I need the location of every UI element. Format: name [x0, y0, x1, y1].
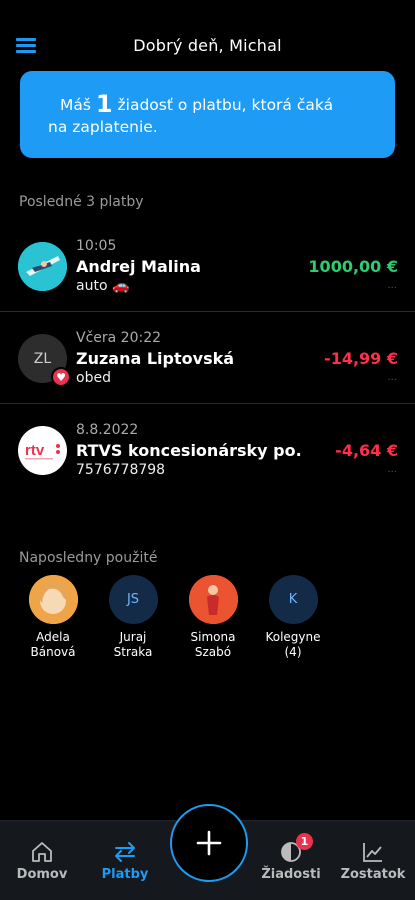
nav-label: Žiadosti	[261, 867, 321, 882]
contact-last-name: Bánová	[30, 645, 76, 659]
chart-line-icon	[338, 839, 408, 865]
nav-balance[interactable]: Zostatok	[338, 839, 408, 882]
contact-item[interactable]: JS Juraj Straka	[93, 575, 173, 660]
payment-row[interactable]: ZL ♥ Včera 20:22 Zuzana Liptovská obed -…	[0, 312, 415, 404]
banner-count: 1	[95, 90, 113, 118]
top-bar: Dobrý deň, Michal	[0, 0, 415, 68]
notification-badge: 1	[296, 833, 313, 850]
nav-home[interactable]: Domov	[7, 839, 77, 882]
payment-name: Andrej Malina	[76, 257, 201, 276]
rtv-logo-icon: rtv	[24, 442, 60, 459]
banner-line-2: na zaplatenie.	[48, 118, 158, 136]
payment-row[interactable]: 10:05 Andrej Malina auto 🚗 1000,00 € ···	[0, 220, 415, 312]
svg-text:rtv: rtv	[25, 442, 45, 459]
payment-row[interactable]: rtv 8.8.2022 RTVS koncesionársky po. 757…	[0, 404, 415, 496]
contact-item[interactable]: K Kolegyne (4)	[253, 575, 333, 660]
avatar-photo-icon	[188, 575, 238, 624]
avatar-initials: ZL	[33, 350, 52, 367]
payment-name: Zuzana Liptovská	[76, 349, 235, 368]
contact-first-name: Kolegyne	[265, 630, 321, 644]
contact-last-name: (4)	[284, 645, 302, 659]
requests-icon: 1	[256, 833, 326, 865]
payment-amount: -14,99 €	[324, 349, 398, 368]
recent-payments-title: Posledné 3 platby	[19, 194, 144, 210]
add-payment-button[interactable]	[170, 804, 248, 882]
transfer-arrows-icon	[90, 839, 160, 865]
banner-line-1: Máš 1 žiadosť o platbu, ktorá čaká	[48, 90, 371, 118]
payments-list: 10:05 Andrej Malina auto 🚗 1000,00 € ···…	[0, 220, 415, 496]
nav-label: Platby	[101, 867, 149, 882]
nav-payments[interactable]: Platby	[90, 839, 160, 882]
contact-first-name: Simona	[190, 630, 236, 644]
avatar: ZL ♥	[18, 334, 71, 387]
nav-label: Domov	[16, 867, 68, 882]
contact-first-name: Juraj	[119, 630, 147, 644]
avatar: rtv	[18, 426, 67, 475]
recent-contacts-title: Naposledny použité	[19, 550, 158, 566]
payment-time: 8.8.2022	[76, 422, 139, 438]
payment-note: 7576778798	[76, 462, 166, 478]
home-icon	[7, 839, 77, 865]
contact-last-name: Straka	[113, 645, 153, 659]
contact-last-name: Szabó	[194, 645, 232, 659]
avatar	[28, 575, 78, 624]
avatar: K	[268, 575, 318, 624]
banner-suffix: žiadosť o platbu, ktorá čaká	[117, 96, 334, 114]
avatar: JS	[108, 575, 158, 624]
nav-label: Zostatok	[340, 867, 406, 882]
plus-icon	[196, 830, 222, 856]
avatar	[188, 575, 238, 624]
payment-amount: 1000,00 €	[308, 257, 398, 276]
heart-icon: ♥	[51, 367, 71, 387]
greeting-title: Dobrý deň, Michal	[133, 36, 282, 55]
payment-note: obed	[76, 370, 111, 386]
payment-name: RTVS koncesionársky po.	[76, 441, 302, 460]
payment-request-banner[interactable]: Máš 1 žiadosť o platbu, ktorá čaká na za…	[20, 71, 395, 158]
contact-name: Juraj Straka	[93, 630, 173, 660]
avatar-photo-icon	[18, 242, 67, 291]
avatar-photo-icon	[28, 575, 78, 624]
avatar	[18, 242, 67, 291]
more-dots-icon: ···	[387, 375, 397, 386]
contact-item[interactable]: Adela Bánová	[13, 575, 93, 660]
payment-time: Včera 20:22	[76, 330, 162, 346]
payment-amount: -4,64 €	[335, 441, 398, 460]
contact-first-name: Adela	[36, 630, 70, 644]
contact-item[interactable]: Simona Szabó	[173, 575, 253, 660]
nav-requests[interactable]: 1 Žiadosti	[256, 833, 326, 882]
payment-time: 10:05	[76, 238, 117, 254]
contact-name: Kolegyne (4)	[253, 630, 333, 660]
payment-note: auto 🚗	[76, 278, 130, 294]
banner-prefix: Máš	[60, 96, 91, 114]
more-dots-icon: ···	[387, 467, 397, 478]
contact-name: Adela Bánová	[13, 630, 93, 660]
more-dots-icon: ···	[387, 283, 397, 294]
contact-name: Simona Szabó	[173, 630, 253, 660]
